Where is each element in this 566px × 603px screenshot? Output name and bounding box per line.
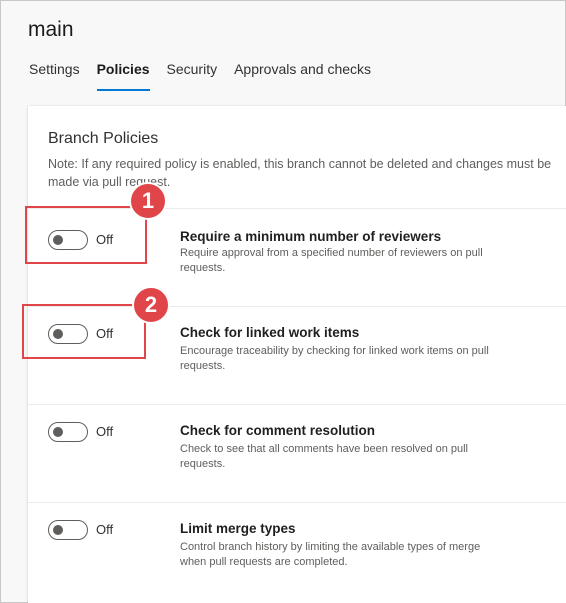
comment-resolution-policy-name: Check for comment resolution: [180, 423, 376, 438]
tab-approvals-and-checks[interactable]: Approvals and checks: [234, 61, 371, 93]
window-frame: main Settings Policies Security Approval…: [0, 0, 566, 603]
comment-resolution-toggle-state: Off: [96, 424, 114, 439]
callout-badge-1: 1: [129, 182, 167, 220]
policy-row-comment-resolution: Off Check for comment resolution Check t…: [28, 404, 566, 502]
branch-policies-title: Branch Policies: [48, 130, 159, 147]
callout-highlight-1: [25, 206, 147, 264]
limit-merge-types-policy-name: Limit merge types: [180, 521, 296, 536]
min-reviewers-policy-description: Require approval from a specified number…: [180, 247, 483, 274]
linked-work-items-policy-name: Check for linked work items: [180, 325, 360, 340]
comment-resolution-toggle[interactable]: [48, 422, 88, 442]
limit-merge-types-toggle[interactable]: [48, 520, 88, 540]
policy-row-limit-merge-types: Off Limit merge types Control branch his…: [28, 502, 566, 600]
callout-highlight-2: [22, 304, 146, 359]
tab-security[interactable]: Security: [167, 61, 218, 93]
tab-policies[interactable]: Policies: [96, 61, 150, 93]
page-title: main: [28, 18, 74, 41]
branch-policies-note: Note: If any required policy is enabled,…: [48, 157, 552, 189]
min-reviewers-policy-name: Require a minimum number of reviewers: [180, 229, 442, 244]
tab-bar: Settings Policies Security Approvals and…: [29, 61, 388, 93]
limit-merge-types-toggle-state: Off: [96, 522, 114, 537]
toggle-knob: [53, 525, 63, 535]
linked-work-items-policy-description: Encourage traceability by checking for l…: [180, 345, 489, 372]
limit-merge-types-policy-description: Control branch history by limiting the a…: [180, 541, 481, 568]
tab-settings[interactable]: Settings: [29, 61, 80, 93]
toggle-knob: [53, 427, 63, 437]
comment-resolution-policy-description: Check to see that all comments have been…: [180, 443, 468, 470]
callout-badge-2: 2: [132, 286, 170, 324]
